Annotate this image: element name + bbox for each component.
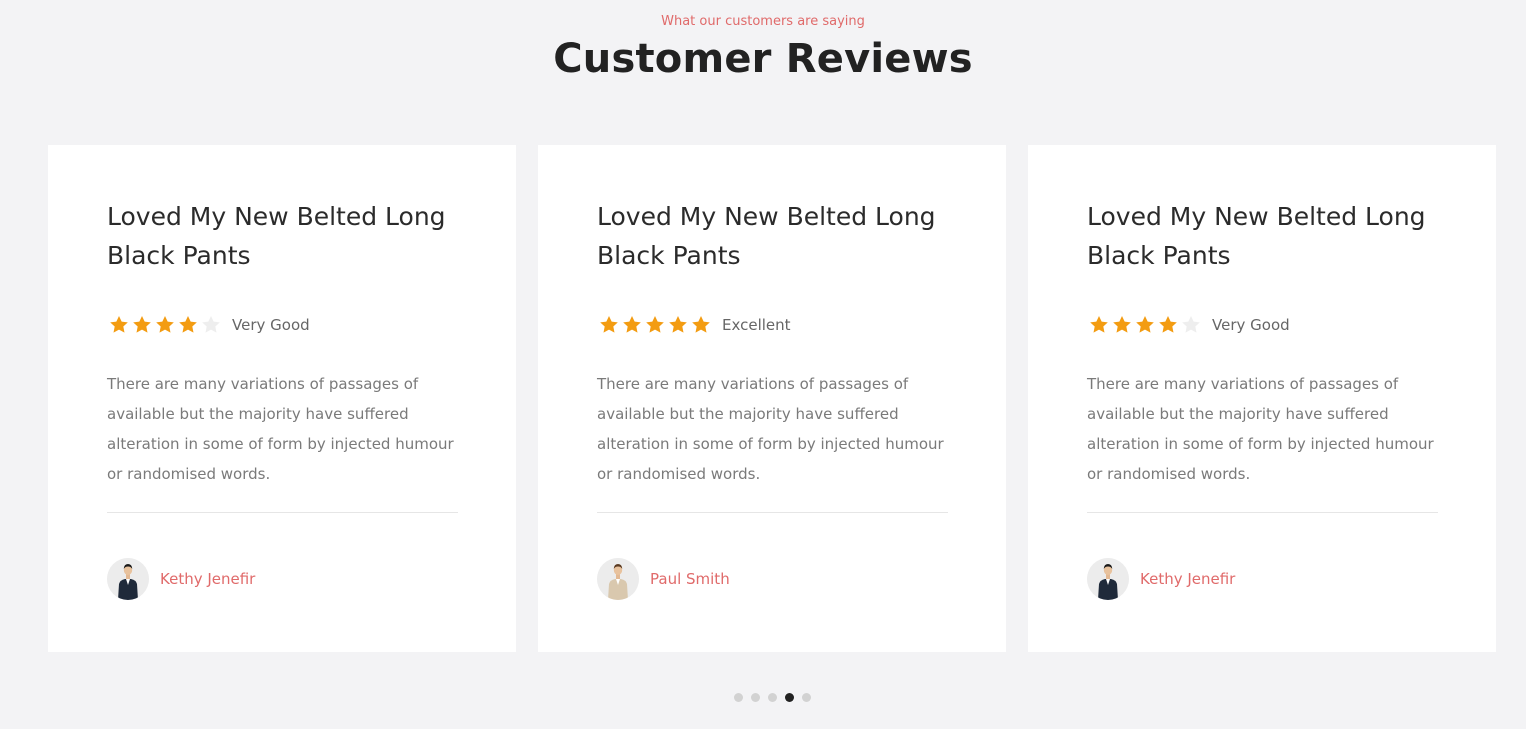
- star-rating: Very Good: [1087, 313, 1437, 337]
- review-card: Loved My New Belted Long Black Pants Ver…: [1028, 145, 1496, 652]
- carousel-dot[interactable]: [785, 693, 794, 702]
- star-empty-icon: [1179, 314, 1202, 337]
- avatar: [107, 558, 149, 600]
- divider: [597, 512, 948, 513]
- star-filled-icon: [1110, 314, 1133, 337]
- star-filled-icon: [153, 314, 176, 337]
- review-title: Loved My New Belted Long Black Pants: [107, 202, 446, 270]
- section-title: Customer Reviews: [553, 36, 973, 82]
- star-filled-icon: [107, 314, 130, 337]
- avatar: [597, 558, 639, 600]
- divider: [107, 512, 458, 513]
- star-filled-icon: [176, 314, 199, 337]
- carousel-dot[interactable]: [768, 693, 777, 702]
- review-author: Kethy Jenefir: [107, 558, 255, 600]
- review-card: Loved My New Belted Long Black Pants Ver…: [48, 145, 516, 652]
- author-name-link[interactable]: Paul Smith: [650, 570, 730, 588]
- carousel-dot[interactable]: [802, 693, 811, 702]
- avatar: [1087, 558, 1129, 600]
- rating-label: Very Good: [232, 316, 310, 334]
- star-rating: Very Good: [107, 313, 457, 337]
- section-subtitle: What our customers are saying: [661, 14, 865, 29]
- star-filled-icon: [1156, 314, 1179, 337]
- review-title: Loved My New Belted Long Black Pants: [597, 202, 936, 270]
- review-title: Loved My New Belted Long Black Pants: [1087, 202, 1426, 270]
- star-filled-icon: [1133, 314, 1156, 337]
- review-author: Paul Smith: [597, 558, 730, 600]
- review-card: Loved My New Belted Long Black Pants Exc…: [538, 145, 1006, 652]
- star-filled-icon: [597, 314, 620, 337]
- author-name-link[interactable]: Kethy Jenefir: [1140, 570, 1235, 588]
- reviews-carousel: Loved My New Belted Long Black Pants Ver…: [48, 145, 1496, 652]
- star-filled-icon: [666, 314, 689, 337]
- review-text: There are many variations of passages of…: [1087, 375, 1434, 483]
- author-name-link[interactable]: Kethy Jenefir: [160, 570, 255, 588]
- carousel-pagination: [734, 693, 811, 702]
- star-filled-icon: [1087, 314, 1110, 337]
- customer-reviews-section: What our customers are saying Customer R…: [0, 0, 1526, 729]
- star-filled-icon: [130, 314, 153, 337]
- review-text: There are many variations of passages of…: [597, 375, 944, 483]
- carousel-dot[interactable]: [734, 693, 743, 702]
- rating-label: Very Good: [1212, 316, 1290, 334]
- review-text: There are many variations of passages of…: [107, 375, 454, 483]
- star-rating: Excellent: [597, 313, 947, 337]
- star-empty-icon: [199, 314, 222, 337]
- rating-label: Excellent: [722, 316, 791, 334]
- star-filled-icon: [689, 314, 712, 337]
- divider: [1087, 512, 1438, 513]
- carousel-dot[interactable]: [751, 693, 760, 702]
- star-filled-icon: [643, 314, 666, 337]
- review-author: Kethy Jenefir: [1087, 558, 1235, 600]
- star-filled-icon: [620, 314, 643, 337]
